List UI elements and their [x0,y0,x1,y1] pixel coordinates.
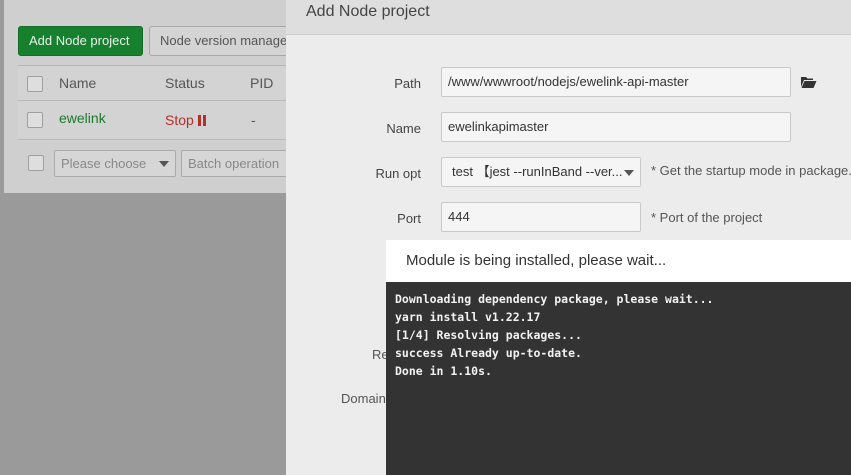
choose-select-label: Please choose [61,156,147,171]
console-line: Downloading dependency package, please w… [395,292,714,306]
table-row: ewelink Stop - [18,101,318,140]
project-table: Name Status PID ewelink Stop - [18,65,318,141]
chevron-down-icon [624,170,634,176]
popup-title-bar: Module is being installed, please wait..… [386,240,851,282]
install-console: Downloading dependency package, please w… [386,282,851,475]
pause-icon [197,115,206,126]
run-opt-hint: * Get the startup mode in package. [651,163,851,178]
partial-domain-label: Domain [341,391,386,406]
folder-open-icon[interactable] [800,75,817,89]
console-line: [1/4] Resolving packages... [395,328,582,342]
popup-title: Module is being installed, please wait..… [406,252,667,269]
dialog-title: Add Node project [306,3,430,20]
column-header-status[interactable]: Status [165,75,205,91]
run-opt-value: test 【jest --runInBand --ver... [452,164,623,179]
run-opt-select[interactable]: test 【jest --runInBand --ver... [441,157,641,187]
pid-value: - [251,112,256,128]
path-input[interactable]: /www/wwwroot/nodejs/ewelink-api-master [441,67,791,97]
project-name-link[interactable]: ewelink [59,110,106,126]
port-label: Port [397,211,421,226]
console-line: success Already up-to-date. [395,346,582,360]
console-line: yarn install v1.22.17 [395,310,541,324]
path-label: Path [394,76,421,91]
status-text: Stop [165,112,194,128]
select-all-checkbox[interactable] [27,76,43,92]
port-input[interactable]: 444 [441,202,641,232]
node-version-manager-button[interactable]: Node version manage [149,26,289,56]
port-hint: * Port of the project [651,210,763,225]
choose-select[interactable]: Please choose [54,150,176,177]
dialog-title-bar: Add Node project [286,0,851,35]
status-stop[interactable]: Stop [165,112,206,128]
batch-operation-select[interactable]: Batch operation [181,150,291,177]
column-header-pid: PID [250,75,274,91]
run-opt-label: Run opt [375,166,421,181]
name-input[interactable]: ewelinkapimaster [441,112,791,142]
name-label: Name [386,121,421,136]
console-line: Done in 1.10s. [395,364,492,378]
footer-select-checkbox[interactable] [28,155,44,171]
table-header: Name Status PID [18,66,318,101]
row-checkbox[interactable] [27,112,43,128]
batch-operation-label: Batch operation [188,156,280,171]
module-install-popup: Module is being installed, please wait..… [386,240,851,475]
chevron-down-icon [159,161,169,167]
add-node-project-button[interactable]: Add Node project [18,26,143,56]
column-header-name[interactable]: Name [59,75,96,91]
